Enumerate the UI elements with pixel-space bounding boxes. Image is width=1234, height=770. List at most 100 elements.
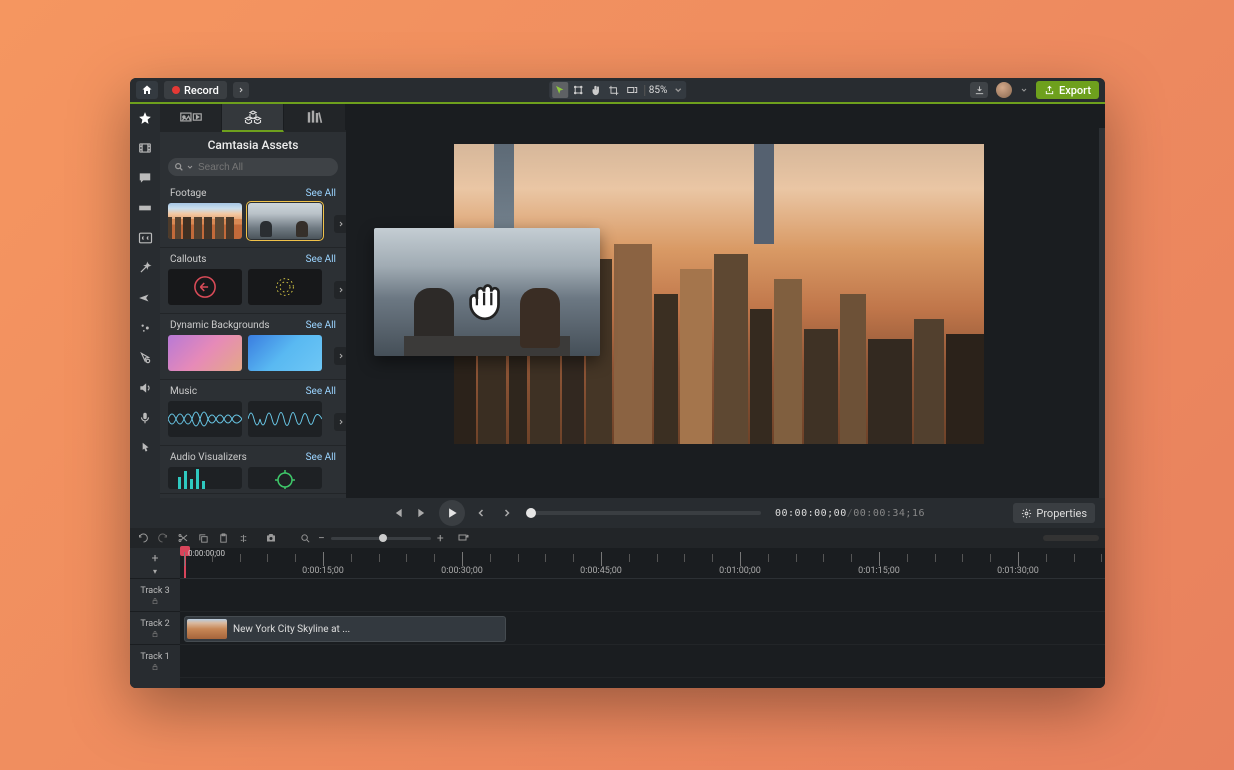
- cut-button[interactable]: [176, 531, 190, 545]
- undo-button[interactable]: [136, 531, 150, 545]
- timeline-body[interactable]: 0:00:00;00 0:00:15;000:00:30;000:00:45;0…: [180, 548, 1105, 688]
- rail-captions[interactable]: [134, 228, 156, 248]
- rail-voice[interactable]: [134, 408, 156, 428]
- rail-cursor[interactable]: [134, 348, 156, 368]
- visualizer-thumb[interactable]: [168, 467, 242, 489]
- dragging-clip-overlay[interactable]: [374, 228, 600, 356]
- timeline-h-scroll[interactable]: [1043, 535, 1099, 541]
- scrub-slider[interactable]: [531, 511, 761, 515]
- record-dropdown[interactable]: [233, 82, 249, 98]
- zoom-knob[interactable]: [379, 534, 387, 542]
- copy-button[interactable]: [196, 531, 210, 545]
- search-input[interactable]: [196, 161, 332, 174]
- ruler-minor-tick: [573, 554, 574, 562]
- panel-tab-media[interactable]: [160, 104, 222, 130]
- crop-tool[interactable]: [606, 82, 622, 98]
- footage-thumb-selected[interactable]: [248, 203, 322, 239]
- track-header[interactable]: Track 1: [130, 644, 180, 677]
- lock-icon[interactable]: [151, 663, 159, 671]
- home-button[interactable]: [136, 81, 158, 99]
- next-frame-button[interactable]: [413, 503, 433, 523]
- paste-button[interactable]: [216, 531, 230, 545]
- canvas-area[interactable]: [346, 104, 1105, 498]
- ruler-minor-tick: [379, 554, 380, 562]
- see-all-link[interactable]: See All: [306, 452, 336, 463]
- ruler-tick: [879, 552, 880, 566]
- ruler-minor-tick: [518, 554, 519, 562]
- rail-transitions[interactable]: [134, 198, 156, 218]
- rail-animations[interactable]: [134, 288, 156, 308]
- ruler-minor-tick: [990, 554, 991, 562]
- rail-effects[interactable]: [134, 318, 156, 338]
- bg-thumb[interactable]: [248, 335, 322, 371]
- timeline-clip[interactable]: New York City Skyline at ...: [184, 616, 506, 642]
- rail-audio[interactable]: [134, 378, 156, 398]
- chevron-left-icon: [475, 507, 487, 519]
- record-button[interactable]: Record: [164, 81, 227, 99]
- bg-thumb[interactable]: [168, 335, 242, 371]
- snapshot-button[interactable]: [264, 531, 278, 545]
- zoom-value[interactable]: 85%: [644, 85, 672, 96]
- scrollbar[interactable]: [1099, 128, 1105, 528]
- rail-behaviors[interactable]: [134, 258, 156, 278]
- gear-icon: [1021, 508, 1032, 519]
- track-row[interactable]: New York City Skyline at ...: [180, 612, 1105, 645]
- visualizer-thumb[interactable]: [248, 467, 322, 489]
- panel-tab-assets[interactable]: [222, 104, 284, 132]
- panel-tab-library[interactable]: [284, 104, 346, 130]
- see-all-link[interactable]: See All: [306, 320, 336, 331]
- see-all-link[interactable]: See All: [306, 254, 336, 265]
- resize-icon: [626, 84, 638, 96]
- see-all-link[interactable]: See All: [306, 386, 336, 397]
- lock-icon[interactable]: [151, 597, 159, 605]
- resize-tool[interactable]: [624, 82, 640, 98]
- track-header[interactable]: Track 3: [130, 578, 180, 611]
- sunburst-icon: [270, 272, 300, 302]
- user-avatar[interactable]: [996, 82, 1012, 98]
- timeline-zoom-slider[interactable]: [331, 537, 431, 540]
- select-tool[interactable]: [552, 82, 568, 98]
- prev-frame-button[interactable]: [387, 503, 407, 523]
- pan-tool[interactable]: [588, 82, 604, 98]
- see-all-link[interactable]: See All: [306, 188, 336, 199]
- rail-interactivity[interactable]: [134, 438, 156, 458]
- track-menu-button[interactable]: ▾: [153, 567, 157, 576]
- ruler-tick: [601, 552, 602, 566]
- chevron-down-icon[interactable]: [1020, 86, 1028, 94]
- search-input-wrap[interactable]: [168, 158, 338, 176]
- scrub-knob[interactable]: [526, 508, 536, 518]
- detach-button[interactable]: [456, 531, 470, 545]
- lock-icon[interactable]: [151, 630, 159, 638]
- music-thumb[interactable]: [168, 401, 242, 437]
- timeline-ruler[interactable]: 0:00:00;00 0:00:15;000:00:30;000:00:45;0…: [180, 548, 1105, 579]
- callout-thumb[interactable]: [168, 269, 242, 305]
- track-row[interactable]: [180, 645, 1105, 678]
- play-button[interactable]: [439, 500, 465, 526]
- footage-thumb[interactable]: [168, 203, 242, 239]
- move-tool[interactable]: [570, 82, 586, 98]
- music-thumb[interactable]: [248, 401, 322, 437]
- rail-annotations[interactable]: [134, 168, 156, 188]
- transitions-icon: [138, 201, 152, 215]
- add-track-button[interactable]: +: [152, 551, 159, 565]
- next-marker-button[interactable]: [497, 503, 517, 523]
- callout-thumb[interactable]: [248, 269, 322, 305]
- properties-button[interactable]: Properties: [1013, 503, 1095, 523]
- redo-button[interactable]: [156, 531, 170, 545]
- rail-media[interactable]: [134, 138, 156, 158]
- ruler-minor-tick: [406, 554, 407, 562]
- thumb-row: [160, 203, 346, 247]
- export-button[interactable]: Export: [1036, 81, 1099, 99]
- rail-favorites[interactable]: [134, 108, 156, 128]
- track-row[interactable]: [180, 579, 1105, 612]
- download-button[interactable]: [970, 82, 988, 98]
- mic-icon: [138, 411, 152, 425]
- chevron-down-icon: [186, 163, 194, 171]
- prev-marker-button[interactable]: [471, 503, 491, 523]
- chevron-down-icon[interactable]: [673, 85, 683, 95]
- thumb-row: [160, 401, 346, 445]
- track-header[interactable]: Track 2: [130, 611, 180, 644]
- split-button[interactable]: [236, 531, 250, 545]
- export-label: Export: [1059, 84, 1091, 97]
- zoom-in-button[interactable]: [298, 531, 312, 545]
